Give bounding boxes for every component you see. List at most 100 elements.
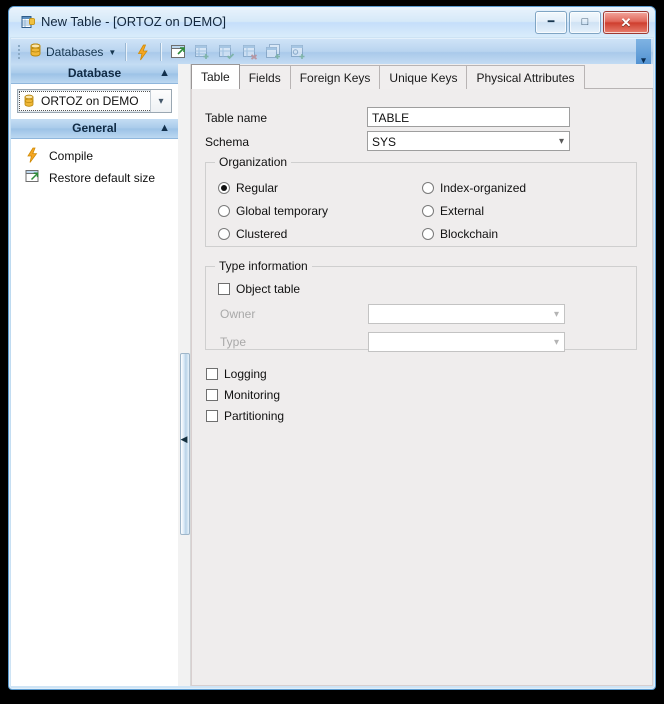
checkbox-indicator <box>206 368 218 380</box>
database-icon <box>23 94 35 108</box>
toolbar-separator <box>125 43 127 61</box>
radio-external-label: External <box>440 204 485 218</box>
toolbar-overflow-button[interactable]: ▾ <box>636 39 651 67</box>
sidebar-item-compile-label: Compile <box>49 149 94 163</box>
tab-fields-label: Fields <box>248 71 281 85</box>
radio-indicator <box>422 205 434 217</box>
radio-blockchain-label: Blockchain <box>440 227 499 241</box>
chevron-up-icon[interactable]: ▲ <box>159 64 170 83</box>
radio-regular[interactable]: Regular <box>218 181 278 195</box>
type-information-group-title: Type information <box>215 259 312 273</box>
chevron-up-icon[interactable]: ▲ <box>159 119 170 138</box>
window-title: New Table - [ORTOZ on DEMO] <box>41 14 226 29</box>
checkbox-indicator <box>218 283 230 295</box>
sidebar-item-compile[interactable]: Compile <box>11 145 178 167</box>
radio-global-temporary-label: Global temporary <box>236 204 329 218</box>
lightning-bolt-icon <box>25 147 40 166</box>
checkbox-monitoring[interactable]: Monitoring <box>206 388 280 402</box>
connection-combo-wrap: ORTOZ on DEMO ▾ <box>11 84 178 119</box>
tab-foreign-keys[interactable]: Foreign Keys <box>290 65 381 89</box>
type-information-group: Type information Object table Owner ▾ Ty… <box>205 259 637 352</box>
radio-indicator <box>422 228 434 240</box>
close-icon: ✕ <box>620 15 632 30</box>
client-area: Database ▲ ORTOZ on DEMO ▾ General ▲ Com… <box>11 64 653 686</box>
add-object-icon <box>287 41 309 63</box>
minimize-button[interactable]: ━ <box>535 11 567 34</box>
new-table-icon <box>191 41 213 63</box>
sidebar-panel-general-title: General <box>72 121 117 135</box>
application-window: New Table - [ORTOZ on DEMO] ━ □ ✕ Databa… <box>8 6 656 690</box>
type-label: Type <box>220 335 247 349</box>
drop-table-icon <box>239 41 261 63</box>
checkbox-object-table-label: Object table <box>236 282 301 296</box>
databases-label: Databases <box>46 45 104 59</box>
table-name-row: Table name <box>205 108 267 128</box>
checkbox-partitioning-label: Partitioning <box>224 409 285 423</box>
radio-clustered-label: Clustered <box>236 227 288 241</box>
table-name-label: Table name <box>205 111 268 125</box>
chevron-down-icon: ▾ <box>553 337 559 348</box>
connection-select[interactable]: ORTOZ on DEMO ▾ <box>17 89 172 113</box>
window-controls: ━ □ ✕ <box>535 11 649 34</box>
radio-global-temporary[interactable]: Global temporary <box>218 204 328 218</box>
databases-menu-button[interactable]: Databases ▼ <box>25 41 120 63</box>
tab-physical-attributes-label: Physical Attributes <box>476 71 575 85</box>
radio-index-organized-label: Index-organized <box>440 181 527 195</box>
schema-select[interactable]: SYS ▾ <box>367 131 570 151</box>
checkbox-monitoring-label: Monitoring <box>224 388 281 402</box>
table-tab-pane: Table name TABLE Schema SYS ▾ Organizati… <box>191 89 653 686</box>
table-name-value: TABLE <box>372 111 410 125</box>
chevron-left-icon[interactable]: ◀ <box>180 432 188 446</box>
toolbar-grip[interactable] <box>17 44 21 60</box>
chevron-down-icon[interactable]: ▾ <box>150 90 171 112</box>
tab-table[interactable]: Table <box>191 64 240 89</box>
sidebar-item-restore-default-size-label: Restore default size <box>49 171 156 185</box>
sidebar-item-restore-default-size[interactable]: Restore default size <box>11 167 178 189</box>
titlebar[interactable]: New Table - [ORTOZ on DEMO] ━ □ ✕ <box>9 7 655 37</box>
radio-indicator <box>218 182 230 194</box>
checkbox-partitioning[interactable]: Partitioning <box>206 409 284 423</box>
tab-fields[interactable]: Fields <box>239 65 291 89</box>
connection-value: ORTOZ on DEMO <box>41 94 139 108</box>
checkbox-logging[interactable]: Logging <box>206 367 267 381</box>
checkbox-logging-label: Logging <box>224 367 267 381</box>
sidebar: Database ▲ ORTOZ on DEMO ▾ General ▲ Com… <box>11 64 179 686</box>
restore-default-size-icon[interactable] <box>167 41 189 63</box>
checkbox-object-table[interactable]: Object table <box>218 282 300 296</box>
owner-row: Owner <box>220 307 255 321</box>
table-icon <box>21 15 35 29</box>
compile-icon[interactable] <box>132 41 154 63</box>
maximize-button[interactable]: □ <box>569 11 601 34</box>
owner-label: Owner <box>220 307 256 321</box>
owner-select[interactable]: ▾ <box>368 304 565 324</box>
chevron-down-icon: ▾ <box>553 309 559 320</box>
sidebar-panel-database-header[interactable]: Database ▲ <box>11 64 178 84</box>
radio-indicator <box>422 182 434 194</box>
tab-unique-keys[interactable]: Unique Keys <box>380 65 468 89</box>
maximize-icon: □ <box>581 16 589 28</box>
edit-table-icon <box>215 41 237 63</box>
toolbar-separator-2 <box>160 43 162 61</box>
duplicate-table-icon <box>263 41 285 63</box>
table-name-input[interactable]: TABLE <box>367 107 570 127</box>
sidebar-panel-database-title: Database <box>67 66 122 80</box>
organization-group-title: Organization <box>215 155 292 169</box>
sidebar-splitter[interactable]: ◀ <box>178 64 191 686</box>
close-button[interactable]: ✕ <box>603 11 649 34</box>
checkbox-indicator <box>206 410 218 422</box>
type-select[interactable]: ▾ <box>368 332 565 352</box>
main-toolbar: Databases ▼ ▾ <box>11 38 653 67</box>
radio-clustered[interactable]: Clustered <box>218 227 287 241</box>
organization-group: Organization Regular Global temporary Cl… <box>205 155 637 247</box>
radio-external[interactable]: External <box>422 204 484 218</box>
minimize-icon: ━ <box>547 16 555 28</box>
sidebar-panel-general-header[interactable]: General ▲ <box>11 119 178 139</box>
radio-index-organized[interactable]: Index-organized <box>422 181 526 195</box>
main-content: Table Fields Foreign Keys Unique Keys Ph… <box>191 64 653 686</box>
tab-physical-attributes[interactable]: Physical Attributes <box>467 65 585 89</box>
radio-blockchain[interactable]: Blockchain <box>422 227 498 241</box>
tab-unique-keys-label: Unique Keys <box>389 71 458 85</box>
database-icon <box>29 43 42 61</box>
tab-table-label: Table <box>201 70 230 84</box>
checkbox-indicator <box>206 389 218 401</box>
